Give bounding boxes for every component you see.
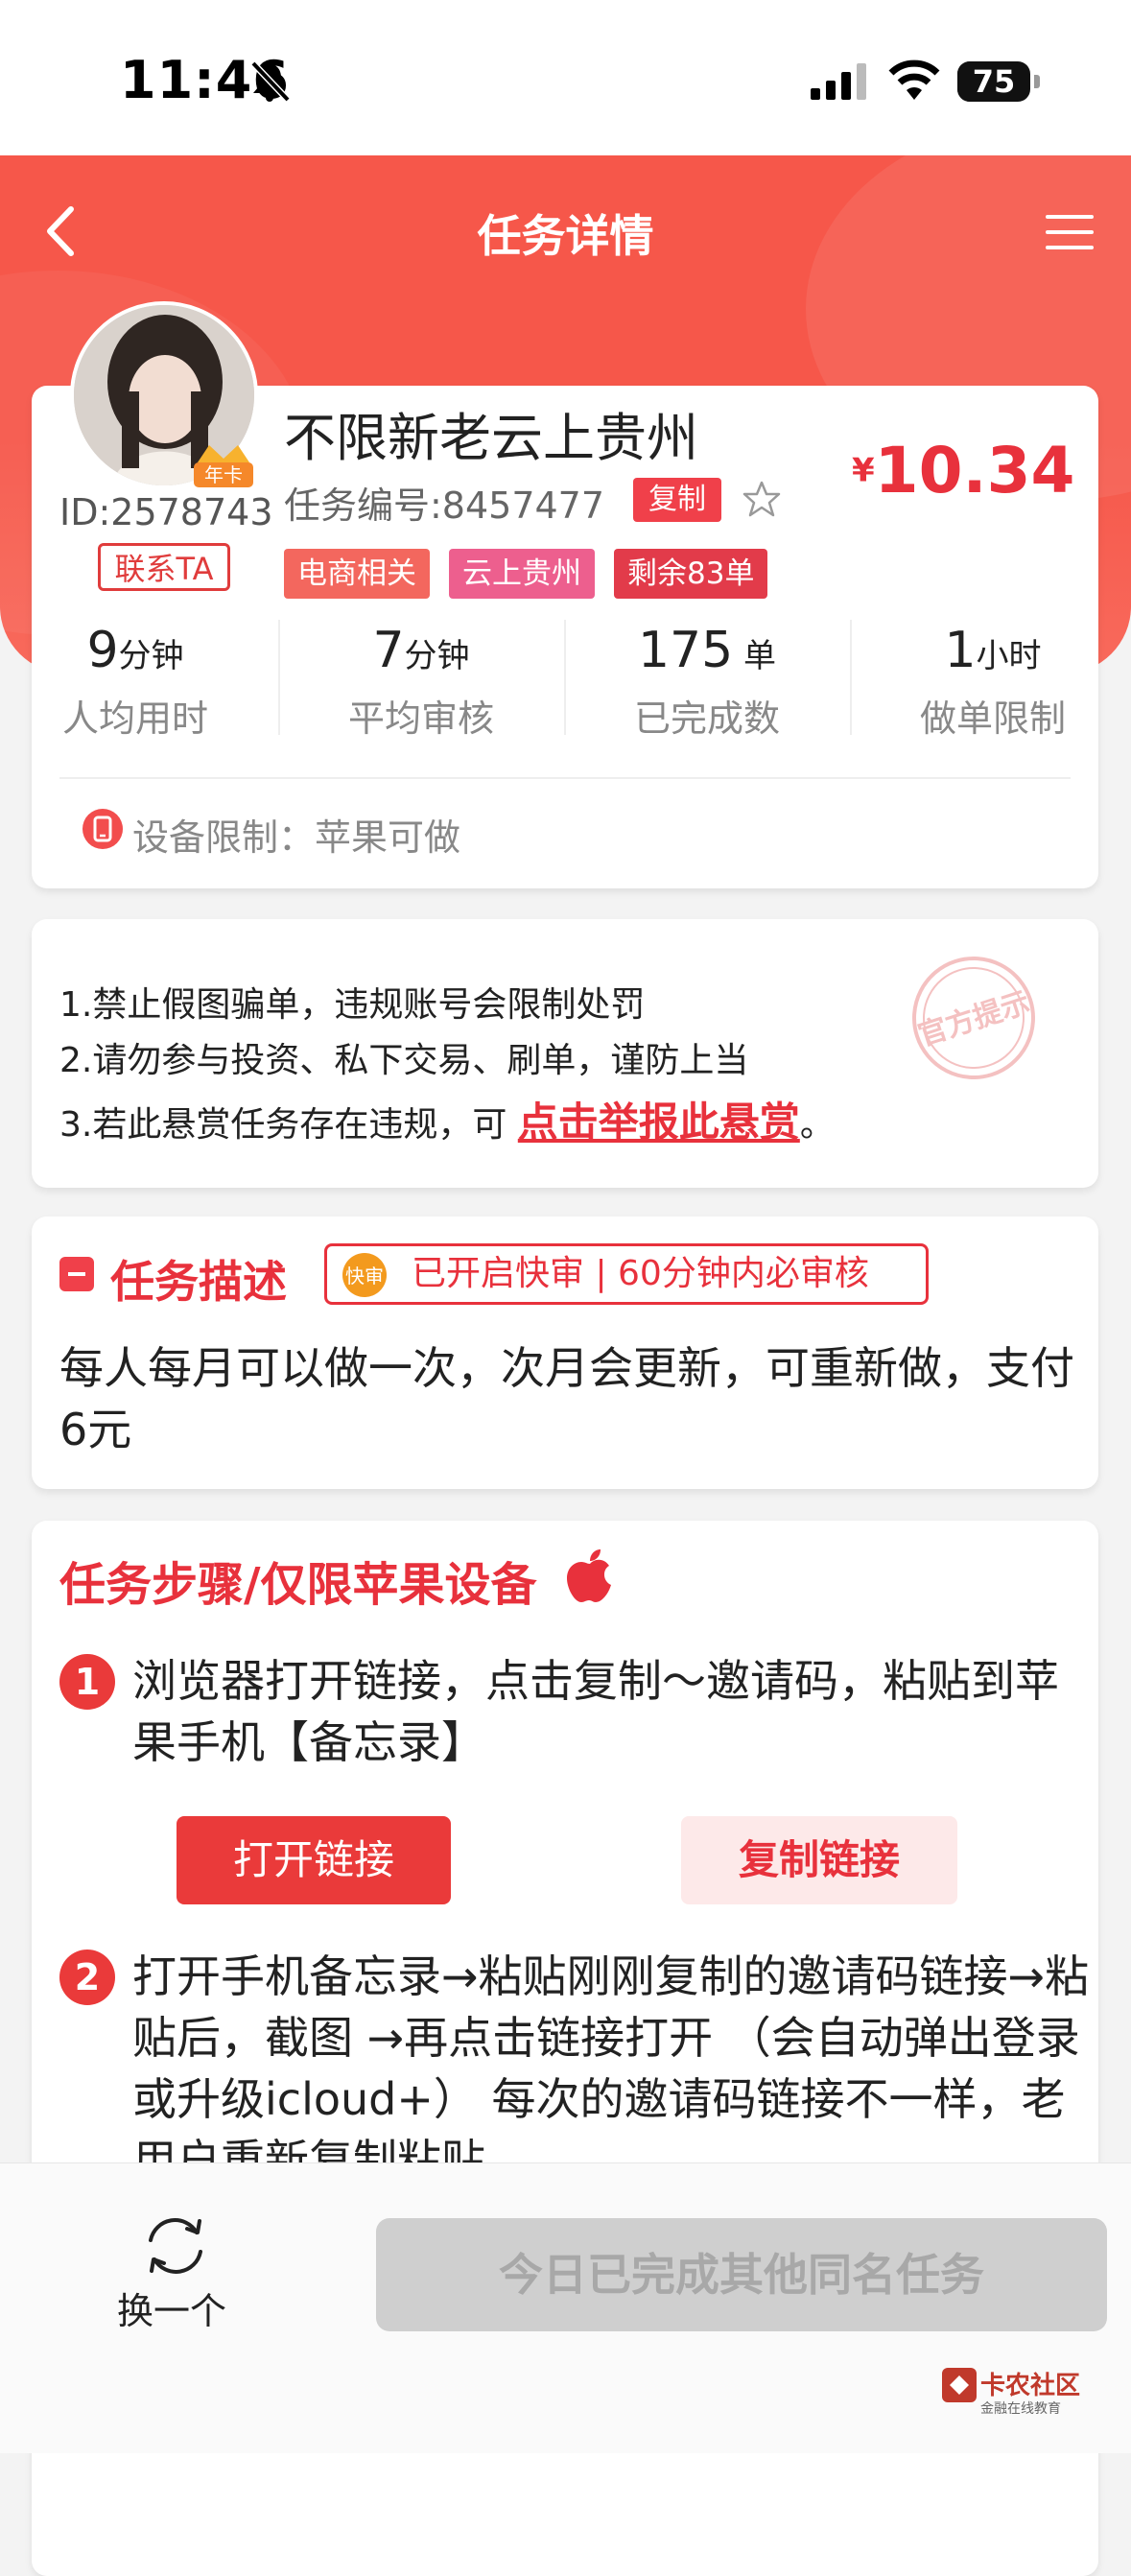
page-title: 任务详情 xyxy=(477,210,654,262)
task-title: 不限新老云上贵州 xyxy=(284,408,698,468)
copy-link-button[interactable]: 复制链接 xyxy=(681,1816,957,1904)
stat-label: 平均审核 xyxy=(347,697,494,740)
warning-text: 3.若此悬赏任务存在违规，可 xyxy=(59,1105,518,1145)
fast-icon-text: 快审 xyxy=(345,1264,384,1288)
vip-crown-badge: 年卡 xyxy=(194,445,253,487)
warning-text: 。 xyxy=(799,1105,835,1145)
watermark-subtitle: 金融在线教育 xyxy=(980,2401,1061,2417)
user-id: ID:2578743 xyxy=(59,491,273,533)
stat-value: 175 xyxy=(637,622,734,679)
task-number: 任务编号:8457477 xyxy=(284,484,605,527)
refresh-icon[interactable] xyxy=(137,2211,214,2281)
warning-line: 3.若此悬赏任务存在违规，可 点击举报此悬赏。 xyxy=(59,1090,835,1148)
tag-category: 电商相关 xyxy=(284,549,430,599)
warning-line: 1.禁止假图骗单，违规账号会限制处罚 xyxy=(59,985,646,1025)
contact-button[interactable]: 联系TA xyxy=(98,543,230,591)
divider xyxy=(59,777,1071,779)
device-limit-label: 设备限制： xyxy=(132,816,316,859)
task-price: ¥10.34 xyxy=(852,434,1074,508)
stat-value: 1 xyxy=(944,622,977,679)
divider xyxy=(850,620,852,735)
switch-task-label[interactable]: 换一个 xyxy=(117,2281,226,2334)
price-value: 10.34 xyxy=(874,434,1075,508)
copy-task-number-button[interactable]: 复制 xyxy=(633,478,721,522)
description-text: 每人每月可以做一次，次月会更新，可重新做，支付6元 xyxy=(59,1342,1074,1455)
fast-review-text: 已开启快审 | 60分钟内必审核 xyxy=(412,1254,869,1293)
divider xyxy=(278,620,280,735)
battery-percent: 75 xyxy=(972,63,1016,100)
stat-avg-review: 7分钟 平均审核 xyxy=(325,622,517,742)
watermark-logo-icon xyxy=(942,2368,977,2402)
apple-icon xyxy=(567,1549,611,1602)
stat-time-limit: 1小时 做单限制 xyxy=(897,622,1089,742)
phone-icon xyxy=(82,809,123,849)
bell-mute-icon xyxy=(250,60,291,103)
signal-icon xyxy=(811,63,866,100)
completed-task-button[interactable]: 今日已完成其他同名任务 xyxy=(376,2218,1107,2331)
price-symbol: ¥ xyxy=(852,451,875,490)
fast-review-badge: 快审 已开启快审 | 60分钟内必审核 xyxy=(324,1243,929,1305)
stat-avg-time: 9分钟 人均用时 xyxy=(39,622,231,742)
device-limit: 设备限制：苹果可做 xyxy=(132,808,460,861)
stat-unit: 小时 xyxy=(976,637,1042,675)
step-text: 打开手机备忘录→粘贴刚刚复制的邀请码链接→粘贴后，截图 →再点击链接打开 （会自… xyxy=(132,1950,1090,2186)
step-number: 1 xyxy=(59,1654,115,1710)
fast-review-icon: 快审 xyxy=(342,1253,387,1297)
divider xyxy=(564,620,566,735)
description-icon xyxy=(59,1257,94,1291)
step-number: 2 xyxy=(59,1950,115,2005)
battery-icon: 75 xyxy=(957,61,1030,102)
wifi-icon xyxy=(888,59,940,100)
warning-line: 2.请勿参与投资、私下交易、刷单，谨防上当 xyxy=(59,1041,749,1080)
watermark-title: 卡农社区 xyxy=(980,2372,1081,2400)
stat-value: 9 xyxy=(86,622,119,679)
tag-app: 云上贵州 xyxy=(449,549,595,599)
stat-label: 人均用时 xyxy=(61,697,208,740)
stat-label: 已完成数 xyxy=(633,697,780,740)
stat-unit: 分钟 xyxy=(404,637,470,675)
description-title: 任务描述 xyxy=(110,1256,287,1308)
star-icon[interactable] xyxy=(742,480,781,518)
stat-value: 7 xyxy=(372,622,405,679)
stat-label: 做单限制 xyxy=(919,697,1066,740)
device-limit-value: 苹果可做 xyxy=(315,816,461,859)
steps-title: 任务步骤/仅限苹果设备 xyxy=(59,1558,537,1612)
report-link[interactable]: 点击举报此悬赏 xyxy=(518,1099,800,1146)
menu-icon[interactable] xyxy=(1046,213,1094,251)
step-text: 浏览器打开链接，点击复制～邀请码，粘贴到苹果手机【备忘录】 xyxy=(132,1655,1059,1768)
status-bar: 11:46 75 xyxy=(0,0,1131,155)
official-stamp-icon: 官方提示 xyxy=(912,957,1035,1079)
stat-completed: 175 单 已完成数 xyxy=(611,622,803,742)
stat-unit: 分钟 xyxy=(118,637,184,675)
battery-cap xyxy=(1034,75,1040,88)
stat-unit: 单 xyxy=(733,637,777,675)
vip-badge-text: 年卡 xyxy=(204,463,243,486)
open-link-button[interactable]: 打开链接 xyxy=(177,1816,451,1904)
tag-remaining: 剩余83单 xyxy=(614,549,768,599)
